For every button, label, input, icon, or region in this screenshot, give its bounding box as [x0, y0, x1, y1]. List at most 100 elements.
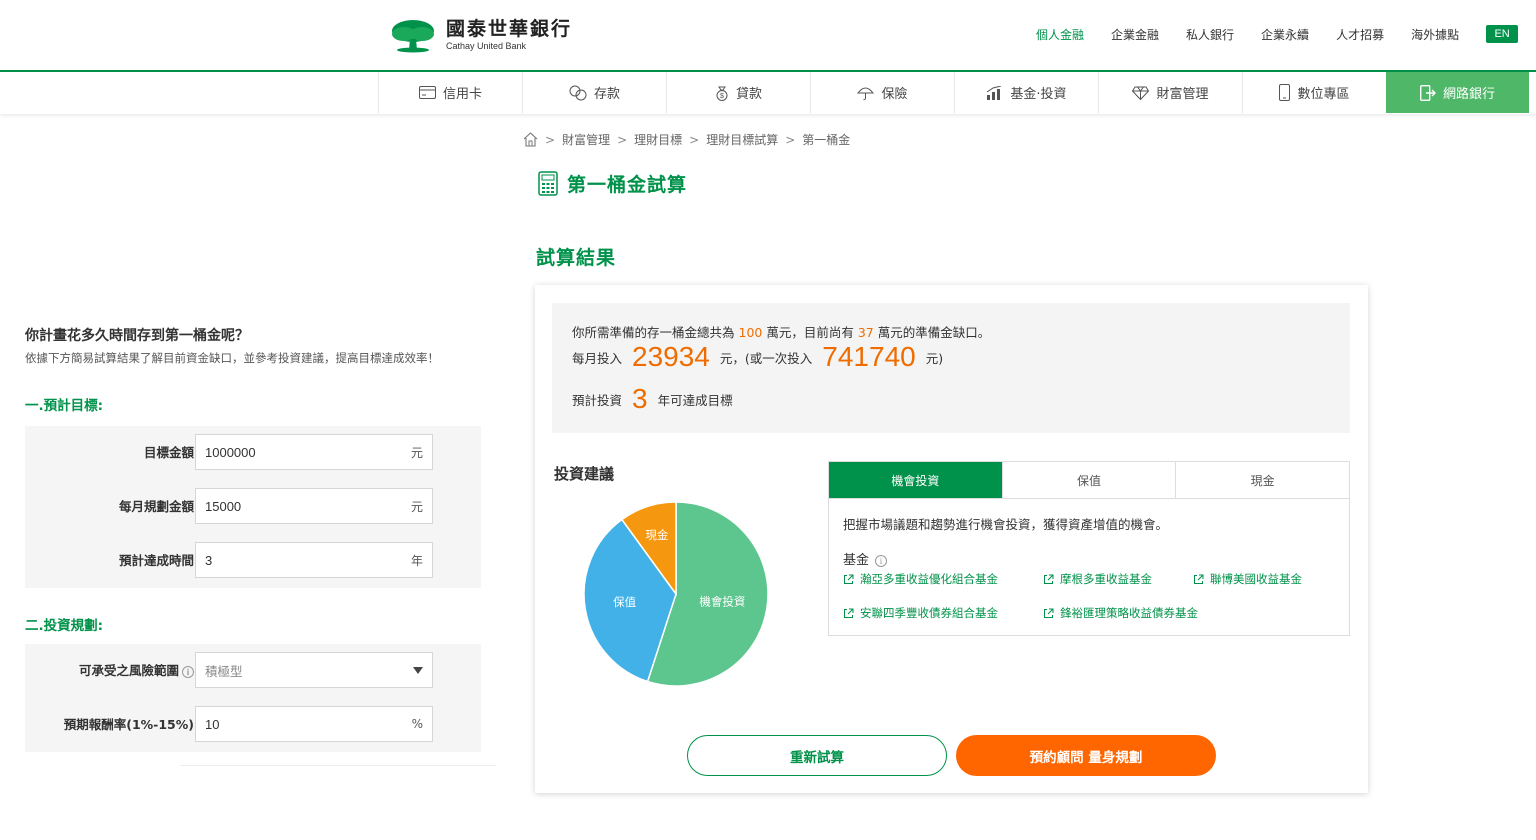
question-description: 依據下方簡易試算結果了解目前資金缺口，並參考投資建議，提高目標達成效率！: [25, 351, 439, 365]
fund-link[interactable]: 安聯四季豐收債券組合基金: [843, 605, 998, 621]
page-title-text: 第一桶金試算: [567, 174, 688, 196]
bar-chart-icon: [987, 85, 1002, 100]
plan-form: 可承受之風險範圍 i 積極型 預期報酬率(1%-15%) 10 %: [25, 644, 481, 752]
info-icon[interactable]: i: [182, 665, 194, 678]
result-summary: 你所需準備的存一桶金總共為 100 萬元，目前尚有 37 萬元的準備金缺口。 每…: [552, 303, 1350, 433]
nav-funds-label: 基金·投資: [1010, 87, 1067, 102]
tab-opportunity[interactable]: 機會投資: [829, 462, 1002, 498]
book-consultant-button[interactable]: 預約顧問 量身規劃: [956, 735, 1216, 776]
tab-preservation[interactable]: 保值: [1001, 462, 1176, 498]
years-row: 預計達成時間 3 年: [25, 534, 481, 588]
bank-logo[interactable]: 國泰世華銀行 Cathay United Bank: [390, 17, 572, 53]
summary-years-line: 預計投資 3 年可達成目標: [572, 383, 733, 415]
summary-monthly-line: 每月投入 23934 元，(或一次投入 741740 元): [572, 341, 943, 373]
external-link-icon: [1044, 574, 1054, 584]
logo-chinese-name: 國泰世華銀行: [446, 18, 573, 40]
risk-label-text: 可承受之風險範圍: [78, 663, 179, 678]
external-link-icon: [844, 608, 854, 618]
pie-svg: 機會投資 保值 現金: [583, 501, 769, 687]
recalculate-button[interactable]: 重新試算: [687, 735, 947, 776]
fund-link[interactable]: 摩根多重收益基金: [1043, 571, 1152, 587]
target-amount-value: 1000000: [205, 444, 256, 460]
years-value: 3: [205, 552, 213, 568]
top-link-corporate[interactable]: 企業金融: [1111, 26, 1159, 43]
fund-name: 瀚亞多重收益優化組合基金: [860, 572, 998, 586]
result-card: 你所需準備的存一桶金總共為 100 萬元，目前尚有 37 萬元的準備金缺口。 每…: [535, 285, 1368, 793]
language-en-button[interactable]: EN: [1486, 25, 1519, 43]
nav-digital[interactable]: 數位專區: [1242, 72, 1386, 113]
gap-amount: 37: [857, 325, 874, 340]
summary-text: 你所需準備的存一桶金總共為: [572, 325, 735, 340]
nav-wealth-label: 財富管理: [1156, 87, 1209, 102]
target-amount-row: 目標金額 1000000 元: [25, 426, 481, 480]
caret-down-icon: [413, 666, 423, 674]
monthly-amount-label: 每月規劃金額: [118, 499, 194, 514]
monthly-amount-input[interactable]: 15000 元: [195, 488, 433, 524]
info-icon[interactable]: i: [875, 554, 888, 567]
fund-link[interactable]: 鋒裕匯理策略收益債券基金: [1043, 605, 1198, 621]
nav-loan[interactable]: $ 貸款: [666, 72, 810, 113]
breadcrumb-goal-calc[interactable]: 理財目標試算: [706, 131, 778, 148]
return-rate-value: 10: [205, 716, 220, 732]
fund-name: 聯博美國收益基金: [1210, 572, 1302, 586]
breadcrumb-separator: >: [617, 132, 628, 147]
risk-label: 可承受之風險範圍 i: [79, 644, 194, 698]
section-goal-label: 一.預計目標:: [25, 398, 104, 414]
monthly-amount-row: 每月規劃金額 15000 元: [25, 480, 481, 534]
nav-credit-card-label: 信用卡: [442, 87, 482, 102]
nav-digital-label: 數位專區: [1297, 87, 1350, 102]
top-header: 國泰世華銀行 Cathay United Bank 個人金融 企業金融 私人銀行…: [0, 0, 1536, 70]
risk-select-value: 積極型: [205, 663, 243, 679]
page-title: 第一桶金試算: [538, 170, 687, 197]
target-amount-unit: 元: [410, 445, 423, 460]
target-amount-label: 目標金額: [143, 445, 194, 460]
total-amount: 100: [738, 325, 763, 340]
tab-panel: 把握市場議題和趨勢進行機會投資，獲得資產增值的機會。 基金 i 瀚亞多重收益優化組…: [828, 498, 1350, 636]
tab-cash[interactable]: 現金: [1175, 462, 1349, 498]
panel-description: 把握市場議題和趨勢進行機會投資，獲得資產增值的機會。: [843, 517, 1169, 532]
top-link-overseas[interactable]: 海外據點: [1411, 26, 1459, 43]
umbrella-icon: [857, 87, 875, 100]
form-bottom-divider: [180, 765, 496, 766]
advice-title: 投資建議: [554, 465, 615, 483]
nav-funds[interactable]: 基金·投資: [954, 72, 1098, 113]
fund-link[interactable]: 瀚亞多重收益優化組合基金: [843, 571, 998, 587]
home-icon[interactable]: [523, 132, 538, 147]
online-banking-label: 網路銀行: [1442, 87, 1495, 102]
risk-select[interactable]: 積極型: [195, 652, 433, 688]
nav-deposit[interactable]: 存款: [522, 72, 666, 113]
external-link-icon: [1044, 608, 1054, 618]
coins-icon: [569, 85, 587, 100]
monthly-investment-amount: 23934: [632, 341, 710, 372]
summary-text: 年可達成目標: [657, 392, 733, 408]
mobile-phone-icon: [1279, 84, 1291, 101]
nav-credit-card[interactable]: 信用卡: [378, 72, 522, 113]
pie-slice-label: 機會投資: [699, 594, 745, 608]
breadcrumb: > 財富管理 > 理財目標 > 理財目標試算 > 第一桶金: [523, 131, 850, 148]
external-link-icon: [1194, 574, 1204, 584]
years-input[interactable]: 3 年: [195, 542, 433, 578]
summary-text: 萬元的準備金缺口。: [877, 325, 991, 340]
main-navigation: 信用卡 存款 $ 貸款 保險 基金·投資 財富管理 數位專區 網路銀行: [0, 72, 1536, 114]
calculator-icon: [538, 171, 558, 196]
breadcrumb-current: 第一桶金: [802, 133, 851, 147]
top-link-sustainability[interactable]: 企業永續: [1261, 26, 1309, 43]
summary-total-line: 你所需準備的存一桶金總共為 100 萬元，目前尚有 37 萬元的準備金缺口。: [572, 322, 990, 341]
summary-text: 元): [925, 350, 944, 366]
online-banking-button[interactable]: 網路銀行: [1386, 72, 1529, 113]
return-rate-input[interactable]: 10 %: [195, 706, 433, 742]
fund-link[interactable]: 聯博美國收益基金: [1193, 571, 1302, 587]
logo-english-name: Cathay United Bank: [446, 41, 527, 51]
result-section-title: 試算結果: [536, 247, 617, 269]
nav-loan-label: 貸款: [735, 87, 762, 102]
top-link-careers[interactable]: 人才招募: [1336, 26, 1384, 43]
summary-text: 萬元，目前尚有: [766, 325, 854, 340]
breadcrumb-wealth[interactable]: 財富管理: [562, 131, 610, 148]
top-link-personal[interactable]: 個人金融: [1036, 26, 1084, 43]
target-amount-input[interactable]: 1000000 元: [195, 434, 433, 470]
breadcrumb-goal[interactable]: 理財目標: [634, 131, 682, 148]
nav-deposit-label: 存款: [593, 87, 620, 102]
nav-insurance[interactable]: 保險: [810, 72, 954, 113]
top-link-private-bank[interactable]: 私人銀行: [1186, 26, 1234, 43]
nav-wealth[interactable]: 財富管理: [1098, 72, 1242, 113]
